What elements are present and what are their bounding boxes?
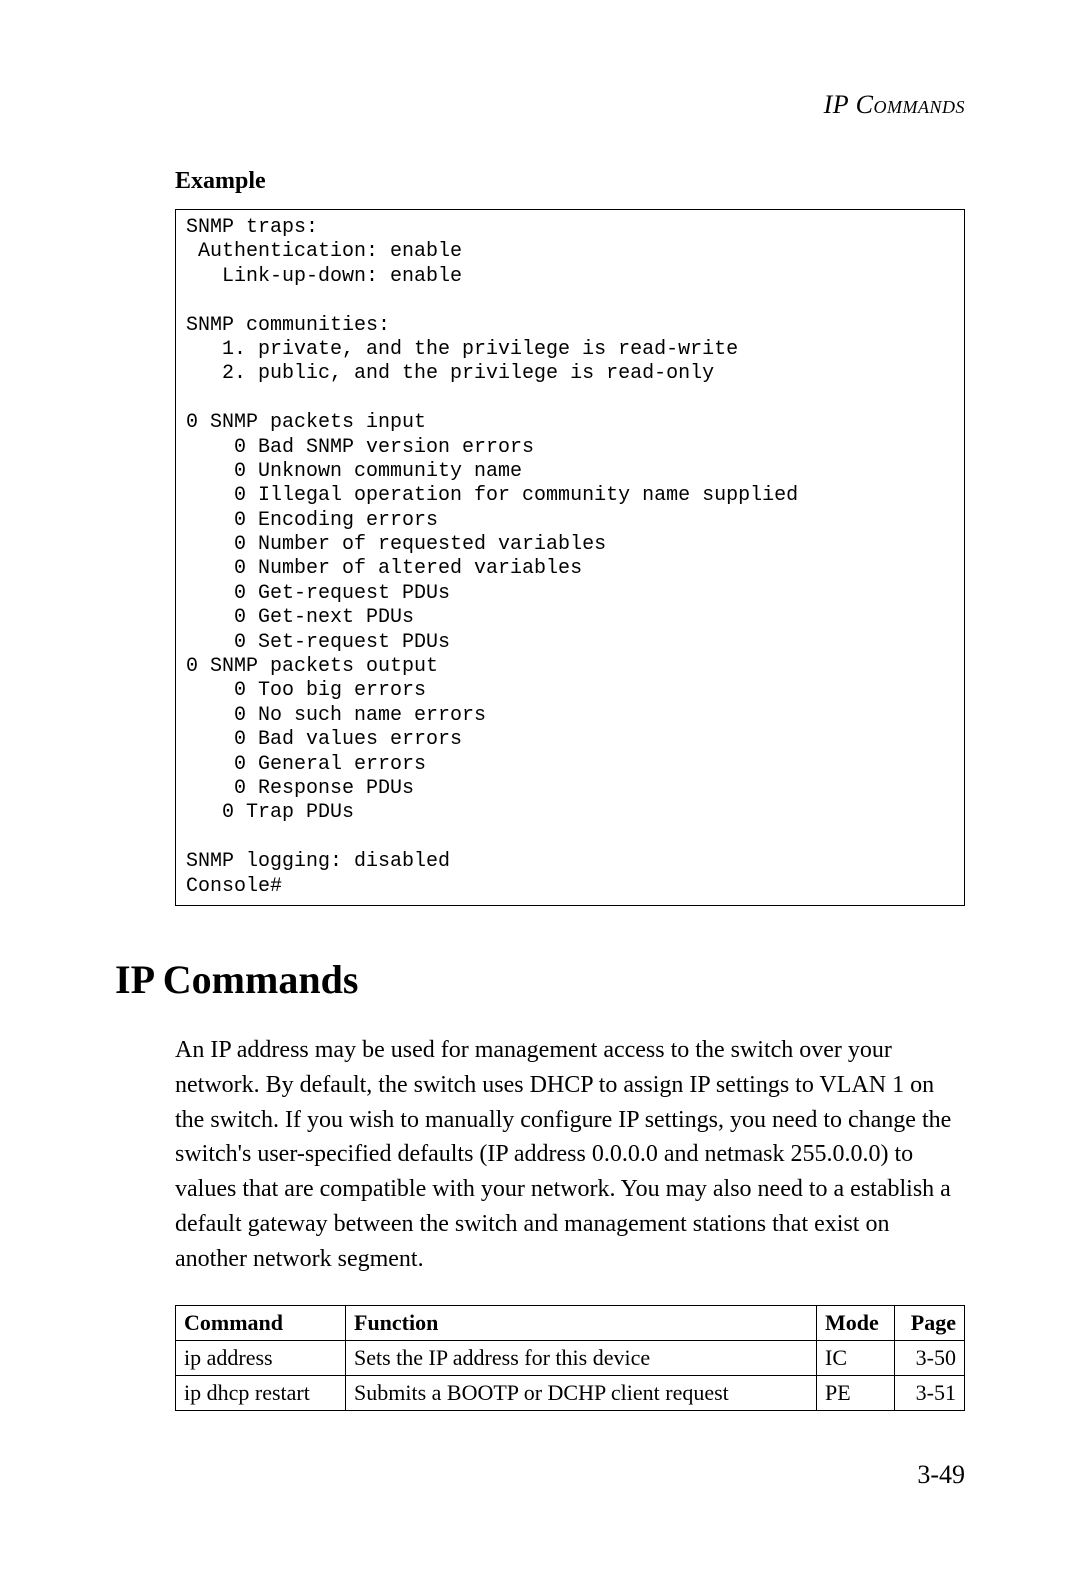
section-title: IP Commands xyxy=(115,956,965,1003)
col-header-command: Command xyxy=(176,1305,346,1340)
table-header-row: Command Function Mode Page xyxy=(176,1305,965,1340)
cell-page: 3-51 xyxy=(895,1375,965,1410)
cell-command: ip address xyxy=(176,1340,346,1375)
col-header-mode: Mode xyxy=(817,1305,895,1340)
cell-function: Sets the IP address for this device xyxy=(346,1340,817,1375)
cell-mode: PE xyxy=(817,1375,895,1410)
col-header-page: Page xyxy=(895,1305,965,1340)
command-table: Command Function Mode Page ip address Se… xyxy=(175,1305,965,1411)
cell-command: ip dhcp restart xyxy=(176,1375,346,1410)
table-row: ip dhcp restart Submits a BOOTP or DCHP … xyxy=(176,1375,965,1410)
page-number: 3-49 xyxy=(917,1460,965,1490)
col-header-function: Function xyxy=(346,1305,817,1340)
table-row: ip address Sets the IP address for this … xyxy=(176,1340,965,1375)
cell-mode: IC xyxy=(817,1340,895,1375)
cell-function: Submits a BOOTP or DCHP client request xyxy=(346,1375,817,1410)
page: IP Commands Example SNMP traps: Authenti… xyxy=(0,0,1080,1570)
example-heading: Example xyxy=(175,168,965,195)
cell-page: 3-50 xyxy=(895,1340,965,1375)
section-paragraph: An IP address may be used for management… xyxy=(175,1033,965,1277)
running-head: IP Commands xyxy=(115,90,965,120)
code-example-box: SNMP traps: Authentication: enable Link-… xyxy=(175,209,965,906)
